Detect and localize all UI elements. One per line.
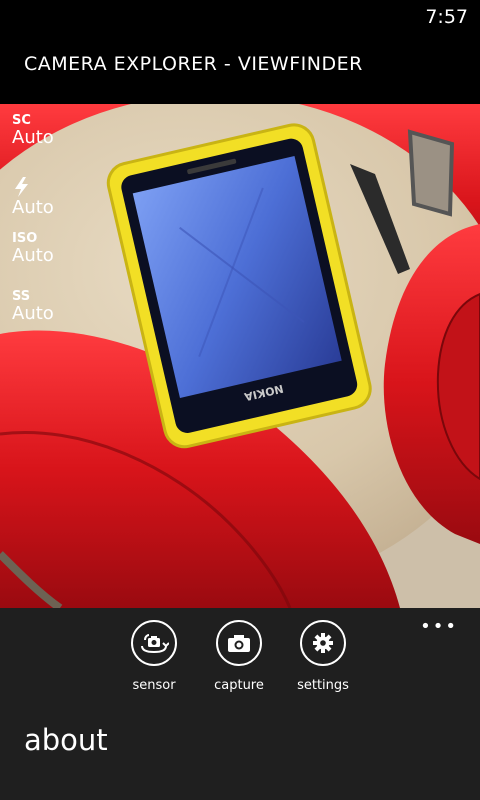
scene-mode-label: SC bbox=[12, 113, 31, 128]
settings-button[interactable]: settings bbox=[283, 620, 363, 693]
scene-mode-value: Auto bbox=[12, 127, 54, 148]
iso-value: Auto bbox=[12, 245, 54, 266]
shutter-speed-label: SS bbox=[12, 289, 31, 304]
shutter-speed-indicator[interactable]: SS Auto bbox=[12, 290, 82, 324]
sensor-button-label: sensor bbox=[132, 678, 176, 693]
menu-item-about[interactable]: about bbox=[24, 723, 108, 757]
shutter-speed-value: Auto bbox=[12, 303, 54, 324]
capture-button[interactable]: capture bbox=[199, 620, 279, 693]
status-time: 7:57 bbox=[425, 6, 468, 28]
application-bar: ••• sensor capture settings about bbox=[0, 608, 480, 800]
iso-label: ISO bbox=[12, 231, 38, 246]
flash-mode-indicator[interactable]: Auto bbox=[12, 176, 82, 218]
gear-icon bbox=[300, 620, 346, 666]
switch-camera-icon bbox=[131, 620, 177, 666]
app-title: CAMERA EXPLORER - VIEWFINDER bbox=[24, 53, 363, 75]
capture-button-label: capture bbox=[214, 678, 264, 693]
sensor-button[interactable]: sensor bbox=[114, 620, 194, 693]
status-bar: 7:57 bbox=[0, 0, 480, 32]
camera-icon bbox=[216, 620, 262, 666]
more-options-icon[interactable]: ••• bbox=[420, 616, 458, 637]
iso-indicator[interactable]: ISO Auto bbox=[12, 232, 82, 266]
viewfinder[interactable]: NOKIA SC Auto Auto ISO Auto SS Auto bbox=[0, 104, 480, 608]
settings-button-label: settings bbox=[297, 678, 349, 693]
scene-mode-indicator[interactable]: SC Auto bbox=[12, 114, 82, 148]
flash-icon bbox=[12, 176, 82, 198]
flash-mode-value: Auto bbox=[12, 197, 54, 218]
